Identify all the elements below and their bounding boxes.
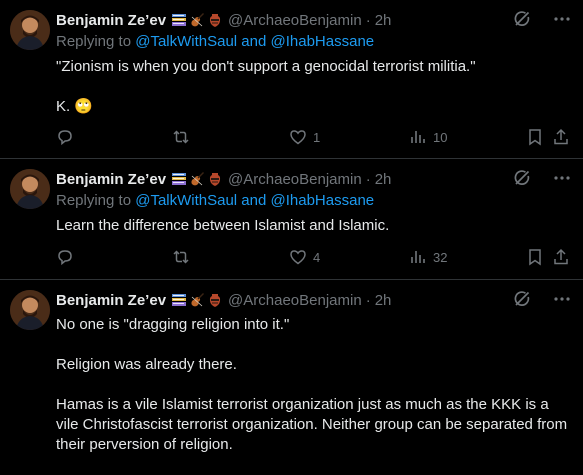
amphora-emoji xyxy=(207,171,223,187)
tweet[interactable]: Benjamin Ze’ev @ArchaeoBenjamin · 2h Rep… xyxy=(0,159,583,280)
view-count: 32 xyxy=(433,249,448,265)
views-button[interactable]: 32 xyxy=(409,248,447,266)
books-emoji xyxy=(171,171,187,187)
reply-button[interactable] xyxy=(56,248,74,266)
tweet-text: Learn the difference between Islamist an… xyxy=(56,216,569,236)
replying-prefix: Replying to xyxy=(56,33,132,50)
avatar[interactable] xyxy=(10,290,50,330)
books-emoji xyxy=(171,292,187,308)
name-badges xyxy=(171,171,223,187)
retweet-button[interactable] xyxy=(172,248,190,266)
tweet-text-line: Religion was already there. xyxy=(56,356,237,373)
like-icon xyxy=(290,250,306,265)
bookmark-button[interactable] xyxy=(526,128,544,146)
replying-to: Replying to @TalkWithSaul and @IhabHassa… xyxy=(56,33,374,50)
separator-dot: · xyxy=(365,11,371,29)
like-button[interactable]: 1 xyxy=(289,128,320,146)
share-button[interactable] xyxy=(552,248,570,266)
view-count: 10 xyxy=(433,129,448,145)
replying-prefix: Replying to xyxy=(56,192,132,209)
share-button[interactable] xyxy=(552,128,570,146)
tweet[interactable]: Benjamin Ze’ev @ArchaeoBenjamin · 2h Rep… xyxy=(0,0,583,159)
tweet-header: Benjamin Ze’ev @ArchaeoBenjamin · 2h xyxy=(56,169,571,189)
tweet[interactable]: Benjamin Ze’ev @ArchaeoBenjamin · 2h No … xyxy=(0,280,583,475)
author-name[interactable]: Benjamin Ze’ev xyxy=(56,171,166,188)
retweet-button[interactable] xyxy=(172,128,190,146)
author-name[interactable]: Benjamin Ze’ev xyxy=(56,292,166,309)
tweet-text-line: Hamas is a vile Islamist terrorist organ… xyxy=(56,396,568,453)
violin-emoji xyxy=(189,171,205,187)
violin-emoji xyxy=(189,292,205,308)
amphora-emoji xyxy=(207,12,223,28)
more-icon[interactable] xyxy=(553,290,571,308)
books-emoji xyxy=(171,12,187,28)
retweet-icon xyxy=(173,250,189,264)
separator-dot: · xyxy=(365,170,371,188)
reply-button[interactable] xyxy=(56,128,74,146)
share-icon xyxy=(554,128,568,145)
avatar[interactable] xyxy=(10,169,50,209)
views-button[interactable]: 10 xyxy=(409,128,447,146)
like-icon xyxy=(290,130,306,145)
separator-dot: · xyxy=(365,291,371,309)
tweet-text-line: Learn the difference between Islamist an… xyxy=(56,217,390,234)
replying-users-link[interactable]: @TalkWithSaul and @IhabHassane xyxy=(135,33,374,50)
timestamp[interactable]: 2h xyxy=(375,292,392,309)
action-bar: 4 32 xyxy=(56,248,571,268)
grok-icon[interactable] xyxy=(513,10,531,28)
views-icon xyxy=(411,251,425,263)
violin-emoji xyxy=(189,12,205,28)
like-count: 4 xyxy=(313,249,321,265)
more-icon[interactable] xyxy=(553,169,571,187)
tweet-text-line: No one is "dragging religion into it." xyxy=(56,316,290,333)
bookmark-icon xyxy=(529,129,541,146)
timestamp[interactable]: 2h xyxy=(375,171,392,188)
author-handle[interactable]: @ArchaeoBenjamin xyxy=(228,12,362,29)
reply-icon xyxy=(58,130,72,146)
grok-icon[interactable] xyxy=(513,169,531,187)
avatar[interactable] xyxy=(10,10,50,50)
name-badges xyxy=(171,12,223,28)
author-handle[interactable]: @ArchaeoBenjamin xyxy=(228,171,362,188)
tweet-header: Benjamin Ze’ev @ArchaeoBenjamin · 2h xyxy=(56,10,571,30)
amphora-emoji xyxy=(207,292,223,308)
author-name[interactable]: Benjamin Ze’ev xyxy=(56,12,166,29)
tweet-text: "Zionism is when you don't support a gen… xyxy=(56,57,569,117)
replying-users-link[interactable]: @TalkWithSaul and @IhabHassane xyxy=(135,192,374,209)
reply-icon xyxy=(58,250,72,266)
like-count: 1 xyxy=(313,129,321,145)
author-handle[interactable]: @ArchaeoBenjamin xyxy=(228,292,362,309)
share-icon xyxy=(554,248,568,265)
views-icon xyxy=(411,131,425,143)
tweet-text: No one is "dragging religion into it." R… xyxy=(56,315,569,455)
bookmark-button[interactable] xyxy=(526,248,544,266)
grok-icon[interactable] xyxy=(513,290,531,308)
like-button[interactable]: 4 xyxy=(289,248,320,266)
tweet-text-line: K. 🙄 xyxy=(56,98,94,115)
more-icon[interactable] xyxy=(553,10,571,28)
timestamp[interactable]: 2h xyxy=(375,12,392,29)
name-badges xyxy=(171,292,223,308)
bookmark-icon xyxy=(529,249,541,266)
tweet-header: Benjamin Ze’ev @ArchaeoBenjamin · 2h xyxy=(56,290,571,310)
replying-to: Replying to @TalkWithSaul and @IhabHassa… xyxy=(56,192,374,209)
tweet-text-line: "Zionism is when you don't support a gen… xyxy=(56,58,476,75)
action-bar: 1 10 xyxy=(56,128,571,148)
retweet-icon xyxy=(173,130,189,144)
